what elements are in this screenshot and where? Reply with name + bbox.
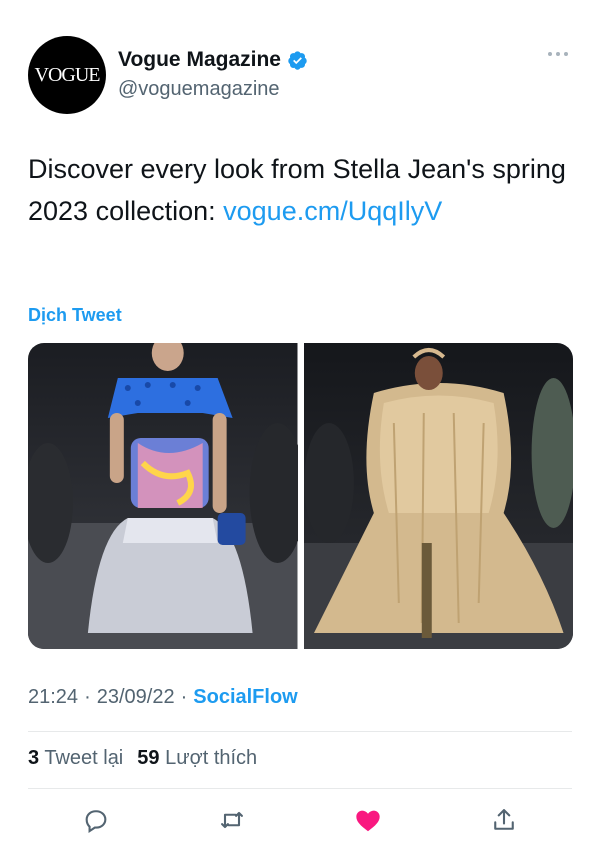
meta-separator: · xyxy=(84,686,91,708)
display-name[interactable]: Vogue Magazine xyxy=(118,48,281,72)
avatar-logo-text: VOGUE xyxy=(34,63,101,86)
retweet-button[interactable] xyxy=(217,805,247,835)
tweet-time[interactable]: 21:24 xyxy=(28,686,78,709)
avatar[interactable]: VOGUE xyxy=(28,36,106,114)
share-button[interactable] xyxy=(489,805,519,835)
tweet-date[interactable]: 23/09/22 xyxy=(97,686,175,709)
reply-icon xyxy=(85,810,107,834)
media-grid xyxy=(28,343,573,649)
heart-icon xyxy=(356,810,380,832)
runway-photo-left[interactable] xyxy=(28,343,298,649)
likes-label: Lượt thích xyxy=(165,747,258,769)
share-icon xyxy=(494,809,514,830)
runway-photo-left-image xyxy=(28,343,298,649)
retweet-icon xyxy=(221,811,243,829)
handle[interactable]: @voguemagazine xyxy=(118,78,308,101)
runway-photo-right[interactable] xyxy=(303,343,573,649)
like-button[interactable] xyxy=(353,805,383,835)
likes-count: 59 xyxy=(137,747,160,769)
retweets-count: 3 xyxy=(28,747,40,769)
engagement-stats: 3 Tweet lại 59 Lượt thích xyxy=(28,747,257,770)
tweet-header: VOGUE Vogue Magazine @voguemagazine xyxy=(28,36,572,116)
verified-badge-icon xyxy=(288,50,307,70)
translate-tweet-link[interactable]: Dịch Tweet xyxy=(28,305,122,326)
tweet-link[interactable]: vogue.cm/UqqIlyV xyxy=(223,196,442,226)
retweets-label: Tweet lại xyxy=(44,747,124,769)
display-name-row: Vogue Magazine xyxy=(118,48,308,72)
tweet-meta: 21:24 · 23/09/22 · SocialFlow xyxy=(28,686,298,709)
more-options-icon[interactable] xyxy=(548,52,568,56)
author-names: Vogue Magazine @voguemagazine xyxy=(118,48,308,101)
divider xyxy=(28,788,572,789)
likes-stat[interactable]: 59 Lượt thích xyxy=(137,747,257,770)
tweet-actions xyxy=(28,798,572,842)
retweets-stat[interactable]: 3 Tweet lại xyxy=(28,747,123,770)
tweet-text: Discover every look from Stella Jean's s… xyxy=(28,148,568,232)
tweet-source[interactable]: SocialFlow xyxy=(193,686,297,709)
runway-photo-right-image xyxy=(303,343,573,649)
meta-separator: · xyxy=(180,686,188,708)
divider xyxy=(28,731,572,732)
reply-button[interactable] xyxy=(81,805,111,835)
